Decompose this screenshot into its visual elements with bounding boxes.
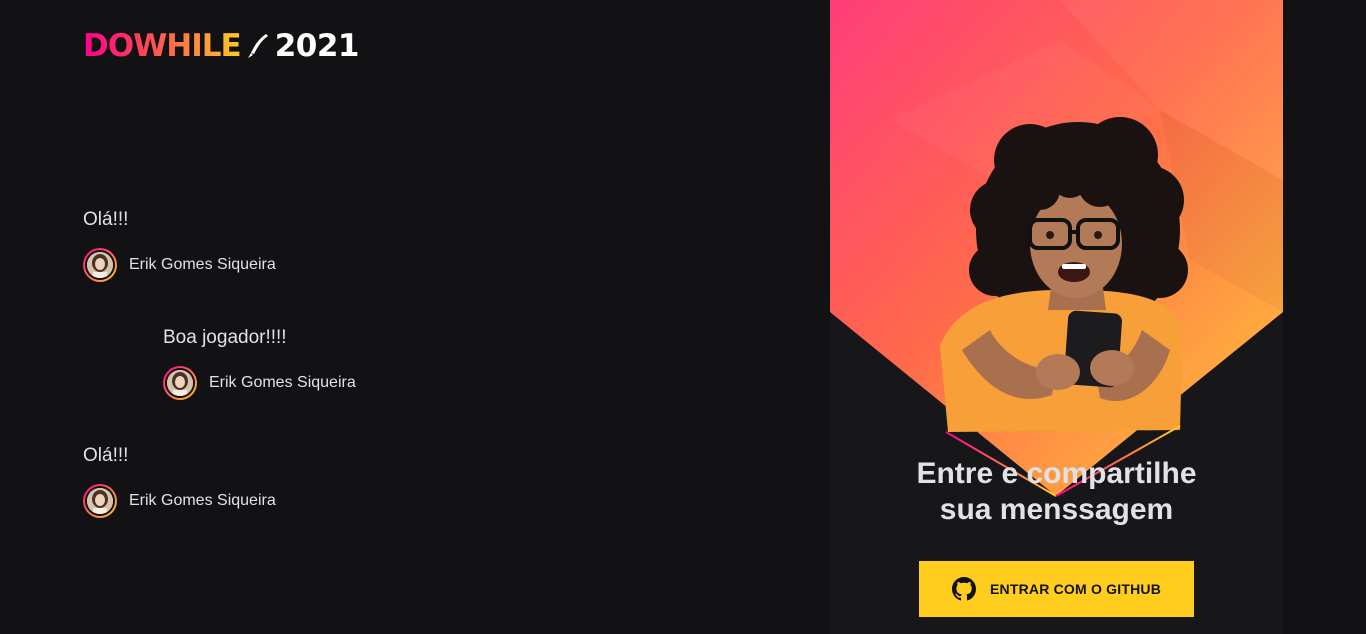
message-item: Olá!!! Erik Gomes Siqueira <box>83 444 276 518</box>
avatar-image <box>87 252 113 278</box>
message-content: Olá!!! <box>83 209 129 230</box>
message-item: Boa jogador!!!! Erik Gomes Siqueira <box>163 326 356 400</box>
username: Erik Gomes Siqueira <box>129 256 276 273</box>
avatar <box>83 248 117 282</box>
github-icon <box>951 577 976 601</box>
login-title-line1: Entre e compartilhe <box>916 457 1197 490</box>
avatar-image <box>87 488 113 514</box>
login-title: Entre e compartilhe sua menssagem <box>830 456 1283 528</box>
avatar <box>83 484 117 518</box>
page: DOWHILE 2021 Olá!!! Erik Gomes Siqueira … <box>0 0 1366 634</box>
avatar-image <box>167 370 193 396</box>
logo-year: 2021 <box>274 28 360 64</box>
message-content: Olá!!! <box>83 445 129 466</box>
avatar <box>163 366 197 400</box>
hero-banner <box>830 0 1283 497</box>
message-content: Boa jogador!!!! <box>163 327 287 348</box>
message-author: Erik Gomes Siqueira <box>163 366 356 400</box>
dowhile-logo: DOWHILE 2021 <box>83 28 359 64</box>
login-panel: Entre e compartilhe sua menssagem ENTRAR… <box>830 0 1283 634</box>
rocket-icon <box>247 34 268 58</box>
message-author: Erik Gomes Siqueira <box>83 484 276 518</box>
github-button-label: ENTRAR COM O GITHUB <box>989 581 1161 597</box>
username: Erik Gomes Siqueira <box>209 374 356 391</box>
username: Erik Gomes Siqueira <box>129 492 276 509</box>
github-signin-button[interactable]: ENTRAR COM O GITHUB <box>919 561 1194 617</box>
logo-word: DOWHILE <box>83 28 242 64</box>
message-author: Erik Gomes Siqueira <box>83 248 276 282</box>
message-item: Olá!!! Erik Gomes Siqueira <box>83 208 276 282</box>
login-title-line2: sua menssagem <box>939 493 1174 526</box>
